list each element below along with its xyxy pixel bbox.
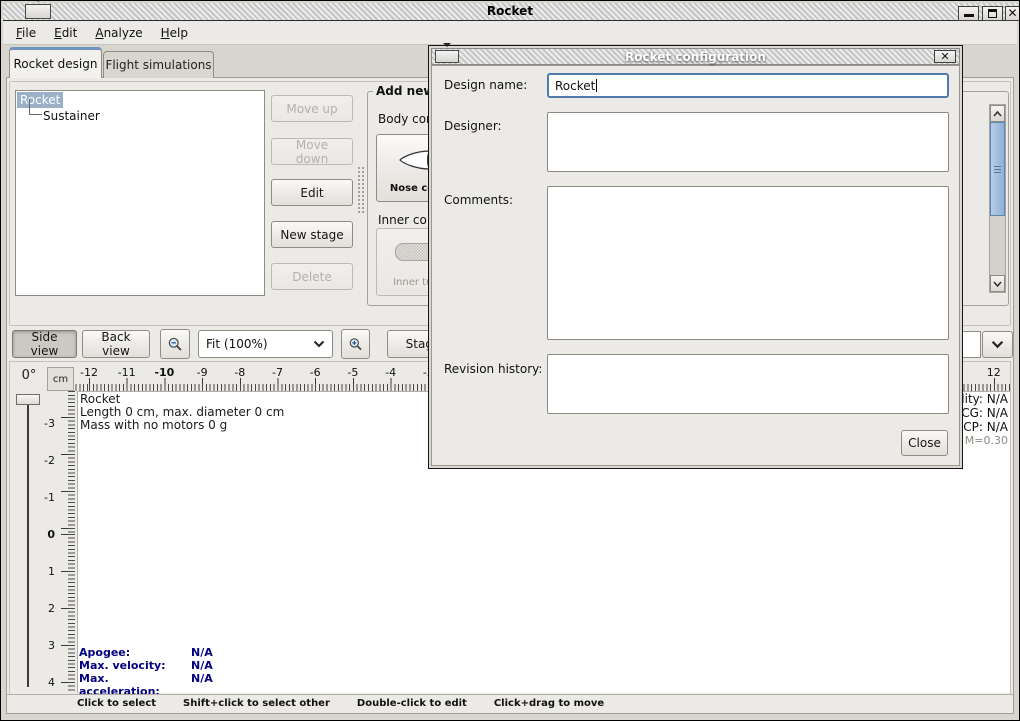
v-ruler-tick-label: 4: [48, 676, 55, 689]
rocket-info-text: Rocket Length 0 cm, max. diameter 0 cm M…: [80, 393, 284, 432]
text-caret: [596, 79, 597, 92]
scroll-down-button[interactable]: [990, 275, 1005, 292]
minimize-icon: [964, 11, 974, 17]
dialog-close-button[interactable]: ✕: [934, 50, 956, 63]
tab-rocket-design[interactable]: Rocket design: [9, 47, 102, 78]
hint-click-select: Click to select: [77, 698, 156, 709]
menu-file[interactable]: File: [7, 24, 45, 42]
tab-flight-simulations[interactable]: Flight simulations: [103, 51, 214, 78]
comments-label: Comments:: [444, 193, 513, 207]
hint-click-drag: Click+drag to move: [494, 698, 604, 709]
component-tree[interactable]: Rocket Sustainer: [15, 90, 265, 296]
ruler-unit-label: cm: [47, 367, 74, 391]
zoom-out-button[interactable]: [160, 329, 190, 359]
rocket-info-line: Mass with no motors 0 g: [80, 419, 284, 432]
move-down-button[interactable]: Move down: [271, 138, 353, 165]
v-ruler-tick-label: 1: [48, 565, 55, 578]
maximize-button[interactable]: [982, 6, 1003, 21]
maximize-icon: [988, 9, 997, 18]
close-button[interactable]: ✕: [1005, 6, 1020, 21]
zoom-out-icon: [167, 335, 183, 354]
hint-double-click: Double-click to edit: [357, 698, 467, 709]
back-view-button[interactable]: Back view: [82, 330, 150, 358]
chevron-down-icon: [991, 340, 1004, 349]
dialog-title: Rocket configuration: [432, 50, 959, 64]
menu-help[interactable]: Help: [152, 24, 197, 42]
zoom-select[interactable]: Fit (100%): [198, 330, 333, 358]
revision-history-textarea[interactable]: [547, 354, 949, 414]
hint-shift-click: Shift+click to select other: [183, 698, 330, 709]
new-stage-button[interactable]: New stage: [271, 221, 353, 248]
apogee-label: Apogee:: [79, 646, 191, 659]
stage-select-dropdown-button[interactable]: [982, 331, 1013, 358]
v-ruler-tick-label: -1: [44, 491, 55, 504]
close-icon: ✕: [940, 51, 949, 62]
tree-item-sustainer[interactable]: Sustainer: [43, 108, 100, 124]
design-name-label: Design name:: [444, 78, 527, 92]
main-window: Rocket ✕ File Edit Analyze Help Rocket d…: [0, 0, 1020, 721]
dialog-close-action-button[interactable]: Close: [901, 430, 948, 456]
menu-analyze[interactable]: Analyze: [86, 24, 151, 42]
v-ruler-tick-label: -3: [44, 417, 55, 430]
designer-label: Designer:: [444, 119, 502, 133]
window-title: Rocket: [3, 4, 1017, 18]
scrollbar-thumb[interactable]: [990, 122, 1005, 216]
close-icon: ✕: [1007, 7, 1017, 20]
rocket-configuration-dialog: Rocket configuration ✕ Design name: Rock…: [428, 45, 963, 469]
max-velocity-label: Max. velocity:: [79, 659, 191, 672]
revision-history-label: Revision history:: [444, 362, 542, 376]
flight-data-block: Apogee:N/A Max. velocity:N/A Max. accele…: [79, 646, 213, 698]
body-components-label: Body con: [378, 112, 434, 126]
v-ruler-numbers: -3 -2 -1 0 1 2 3 4: [35, 391, 57, 693]
scroll-up-button[interactable]: [990, 105, 1005, 122]
delete-button[interactable]: Delete: [271, 263, 353, 290]
v-ruler-minor-ticks: [68, 391, 75, 693]
v-ruler-tick-label: 2: [48, 602, 55, 615]
scroll-down-icon: [993, 281, 1002, 287]
splitter-handle[interactable]: [357, 166, 365, 214]
minimize-button[interactable]: [958, 6, 979, 21]
rotation-value: 0°: [13, 368, 45, 383]
inner-component-label: Inner co: [378, 213, 427, 227]
title-bar[interactable]: Rocket ✕: [3, 3, 1017, 21]
apogee-value: N/A: [191, 646, 213, 659]
status-hint-bar: Click to select Shift+click to select ot…: [7, 694, 1013, 712]
component-scrollbar[interactable]: [989, 104, 1006, 293]
zoom-in-icon: [348, 335, 363, 354]
rotation-slider-track[interactable]: [27, 401, 29, 687]
menu-edit[interactable]: Edit: [45, 24, 86, 42]
chevron-down-icon: [313, 340, 325, 348]
move-up-button[interactable]: Move up: [271, 95, 353, 122]
dialog-title-bar[interactable]: Rocket configuration ✕: [431, 48, 960, 65]
max-velocity-value: N/A: [191, 659, 213, 672]
v-ruler-tick-label: -2: [44, 454, 55, 467]
comments-textarea[interactable]: [547, 186, 949, 340]
designer-textarea[interactable]: [547, 112, 949, 172]
tree-elbow-line: [29, 99, 42, 115]
zoom-in-button[interactable]: [341, 329, 370, 359]
zoom-select-value: Fit (100%): [206, 337, 268, 351]
v-ruler-tick-label: 3: [48, 639, 55, 652]
edit-button[interactable]: Edit: [271, 179, 353, 206]
side-view-button[interactable]: Side view: [12, 330, 77, 358]
design-name-input[interactable]: Rocket: [547, 73, 949, 98]
v-ruler-tick-label: 0: [47, 528, 55, 541]
scroll-up-icon: [993, 111, 1002, 117]
design-name-value: Rocket: [555, 79, 595, 93]
menu-bar: File Edit Analyze Help: [3, 21, 1017, 45]
